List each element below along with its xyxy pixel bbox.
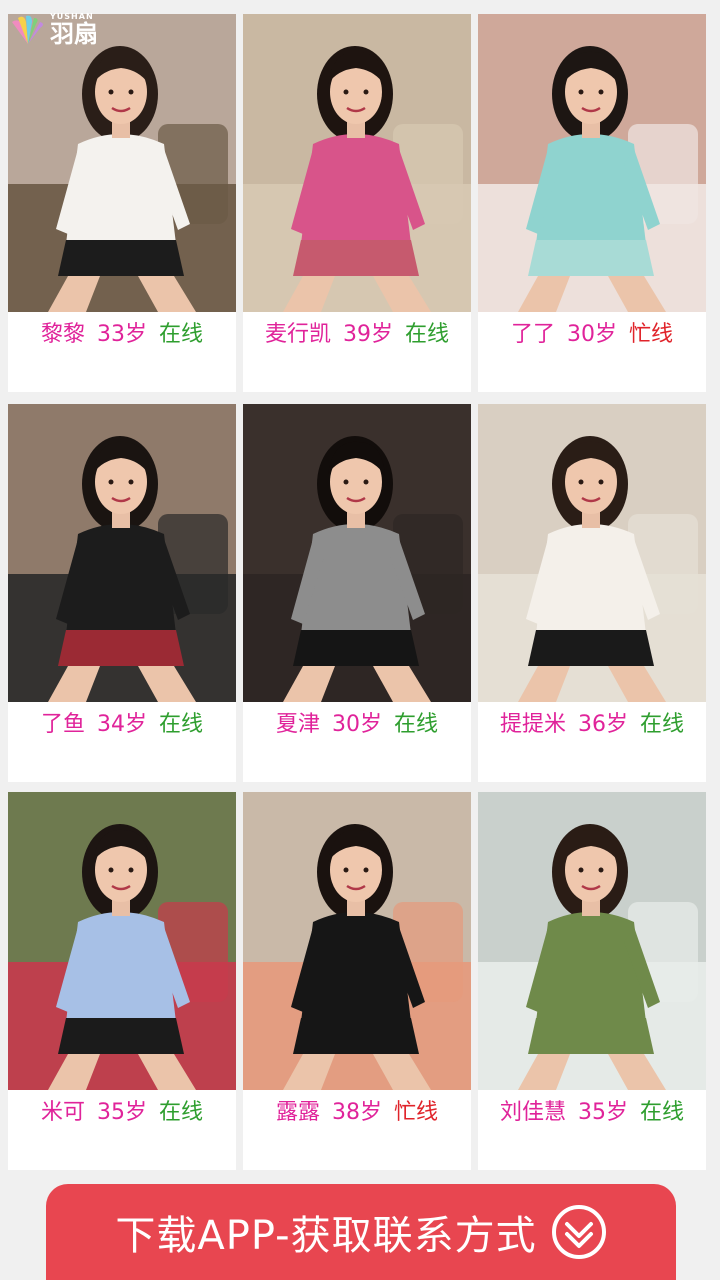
profile-photo[interactable] — [8, 404, 236, 702]
profile-age: 35岁 — [578, 1100, 628, 1125]
profile-photo-illustration — [8, 14, 236, 312]
profile-photo[interactable] — [8, 792, 236, 1090]
profile-name: 了鱼 — [40, 712, 85, 737]
page: 黎黎 33岁 在线 麦行凯 39岁 在线 了了 30岁 忙线 了鱼 34岁 在线 夏津 30岁 在线 提提米 3… — [0, 0, 720, 1280]
brand-name: 羽扇 — [50, 20, 98, 48]
profile-status: 在线 — [159, 1100, 204, 1125]
profile-photo-illustration — [8, 792, 236, 1090]
profile-status: 忙线 — [394, 1100, 439, 1125]
profile-status: 在线 — [640, 712, 685, 737]
profile-name: 米可 — [40, 1100, 85, 1125]
profile-photo[interactable] — [478, 404, 706, 702]
profile-photo[interactable] — [478, 792, 706, 1090]
profile-caption: 了鱼 34岁 在线 — [8, 708, 236, 742]
profile-age: 34岁 — [97, 712, 147, 737]
fan-logo-icon — [8, 12, 48, 46]
profile-photo[interactable] — [243, 404, 471, 702]
profile-photo-illustration — [243, 792, 471, 1090]
profile-photo-illustration — [478, 792, 706, 1090]
profile-photo[interactable] — [8, 14, 236, 312]
profile-name: 提提米 — [499, 712, 566, 737]
profile-age: 30岁 — [567, 322, 617, 347]
profile-age: 35岁 — [97, 1100, 147, 1125]
profile-caption: 刘佳慧 35岁 在线 — [478, 1096, 706, 1130]
profile-status: 在线 — [394, 712, 439, 737]
brand-logo[interactable]: YUSHAN 羽扇 — [8, 12, 98, 46]
profile-name: 了了 — [510, 322, 555, 347]
profile-caption: 麦行凯 39岁 在线 — [243, 318, 471, 352]
profile-status: 在线 — [405, 322, 450, 347]
profile-card[interactable]: 了了 30岁 忙线 — [478, 14, 706, 392]
profile-card[interactable]: 了鱼 34岁 在线 — [8, 404, 236, 782]
profile-name: 黎黎 — [40, 322, 85, 347]
download-app-button[interactable]: 下载APP-获取联系方式 — [46, 1184, 676, 1280]
profile-caption: 提提米 36岁 在线 — [478, 708, 706, 742]
profile-card[interactable]: 刘佳慧 35岁 在线 — [478, 792, 706, 1170]
profile-photo-illustration — [243, 404, 471, 702]
profile-card[interactable]: 夏津 30岁 在线 — [243, 404, 471, 782]
download-app-label: 下载APP-获取联系方式 — [115, 1213, 537, 1259]
profile-status: 忙线 — [629, 322, 674, 347]
profile-photo[interactable] — [478, 14, 706, 312]
profile-age: 33岁 — [97, 322, 147, 347]
profile-name: 露露 — [275, 1100, 320, 1125]
double-chevron-down-icon — [551, 1204, 607, 1260]
profile-photo-illustration — [478, 404, 706, 702]
profile-age: 38岁 — [332, 1100, 382, 1125]
profile-photo-illustration — [243, 14, 471, 312]
profile-photo-illustration — [478, 14, 706, 312]
profile-card[interactable]: 麦行凯 39岁 在线 — [243, 14, 471, 392]
profile-age: 39岁 — [343, 322, 393, 347]
profile-name: 刘佳慧 — [499, 1100, 566, 1125]
profile-card[interactable]: 提提米 36岁 在线 — [478, 404, 706, 782]
profile-age: 30岁 — [332, 712, 382, 737]
profile-photo-illustration — [8, 404, 236, 702]
profile-card[interactable]: 露露 38岁 忙线 — [243, 792, 471, 1170]
profile-caption: 了了 30岁 忙线 — [478, 318, 706, 352]
profile-card[interactable]: 黎黎 33岁 在线 — [8, 14, 236, 392]
profile-name: 夏津 — [275, 712, 320, 737]
profile-caption: 夏津 30岁 在线 — [243, 708, 471, 742]
profile-status: 在线 — [640, 1100, 685, 1125]
profile-photo[interactable] — [243, 792, 471, 1090]
profile-photo[interactable] — [243, 14, 471, 312]
profile-age: 36岁 — [578, 712, 628, 737]
profile-caption: 露露 38岁 忙线 — [243, 1096, 471, 1130]
profile-caption: 黎黎 33岁 在线 — [8, 318, 236, 352]
profile-card[interactable]: 米可 35岁 在线 — [8, 792, 236, 1170]
profile-status: 在线 — [159, 712, 204, 737]
profile-caption: 米可 35岁 在线 — [8, 1096, 236, 1130]
profile-name: 麦行凯 — [264, 322, 331, 347]
profile-status: 在线 — [159, 322, 204, 347]
